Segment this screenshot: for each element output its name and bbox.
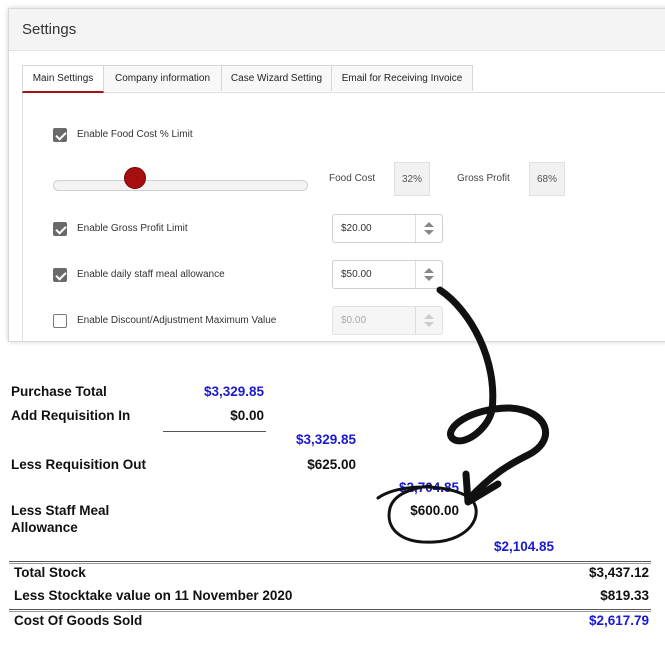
annotation-overlay (376, 286, 549, 544)
hand-drawn-circle-icon (376, 484, 478, 544)
hand-drawn-arrow-icon (436, 286, 549, 504)
